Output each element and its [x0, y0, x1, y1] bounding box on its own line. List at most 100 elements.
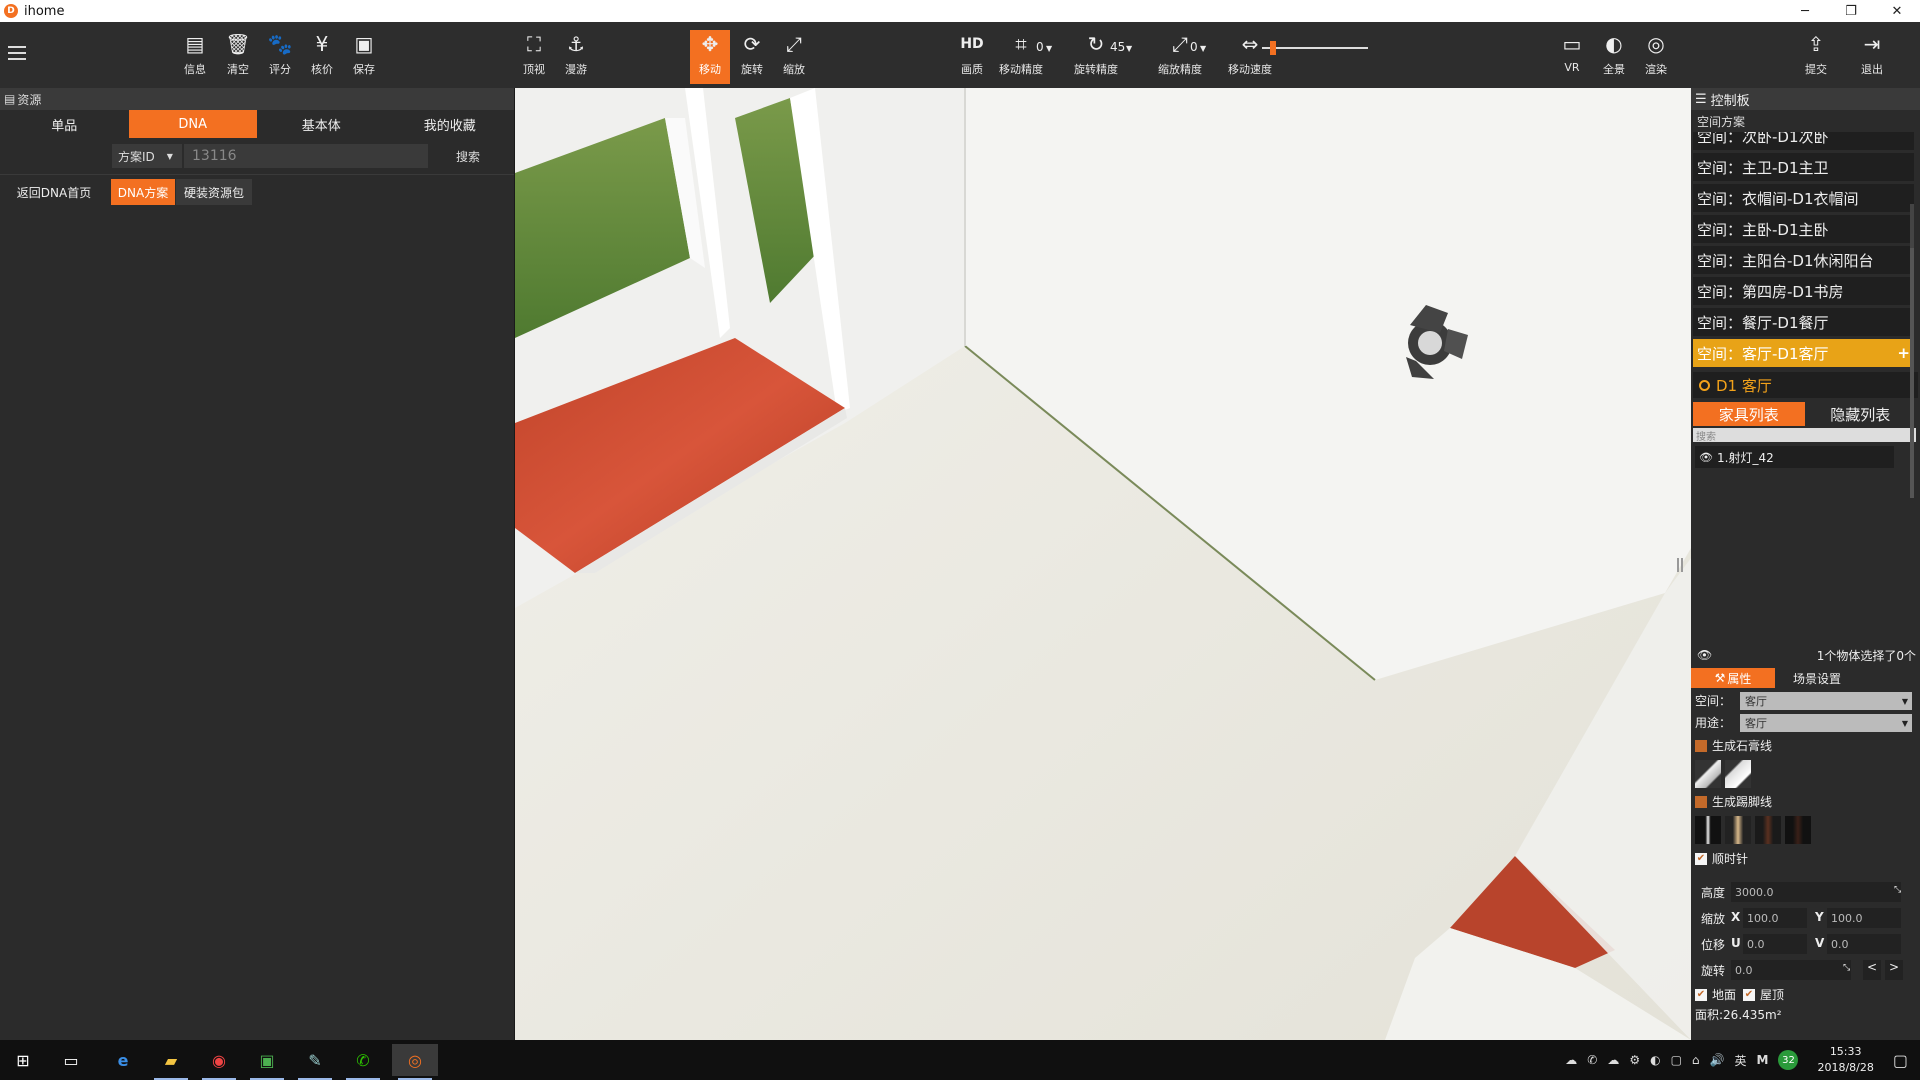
notification-icon[interactable]: ▢: [1893, 1051, 1908, 1070]
tray-app-icon[interactable]: ◐: [1650, 1053, 1660, 1067]
hardware-pack-button[interactable]: 硬装资源包: [176, 179, 252, 205]
exit-button[interactable]: ⇥ 退出: [1852, 30, 1892, 84]
offset-v-field[interactable]: 0.0: [1827, 934, 1901, 954]
dna-plan-button[interactable]: DNA方案: [111, 179, 175, 205]
pycharm-icon[interactable]: ▣: [244, 1044, 290, 1080]
space-select[interactable]: 客厅 ▼: [1740, 692, 1912, 710]
info-button[interactable]: ▤ 信息: [175, 30, 215, 84]
chrome-icon[interactable]: ◉: [196, 1044, 242, 1080]
render-button[interactable]: ◎ 渲染: [1636, 30, 1676, 84]
scale-y-field[interactable]: 100.0: [1827, 908, 1901, 928]
offset-u-field[interactable]: 0.0: [1743, 934, 1807, 954]
quality-button[interactable]: HD 画质: [952, 30, 992, 84]
top-view-button[interactable]: ⛶ 顶视: [514, 30, 554, 84]
chevron-down-icon[interactable]: ▼: [1200, 44, 1206, 53]
tray-app-icon[interactable]: ▢: [1671, 1053, 1682, 1067]
room-item[interactable]: 空间：主卧-D1主卧: [1693, 215, 1914, 243]
skirting-style-swatch[interactable]: [1695, 816, 1721, 844]
wechat-tray-icon[interactable]: ✆: [1587, 1053, 1597, 1067]
move-precision-value[interactable]: 0: [1036, 40, 1044, 54]
room-item[interactable]: 空间：主卫-D1主卫: [1693, 153, 1914, 181]
3d-viewport[interactable]: [515, 88, 1691, 1040]
skirting-style-swatch[interactable]: [1785, 816, 1811, 844]
rotate-field[interactable]: 0.0: [1731, 960, 1851, 980]
gypsum-style-swatch[interactable]: [1725, 760, 1751, 788]
gypsum-style-swatch[interactable]: [1695, 760, 1721, 788]
paint-app-icon[interactable]: ✎: [292, 1044, 338, 1080]
rotate-precision-button[interactable]: ↻ 旋转精度: [1066, 30, 1126, 84]
gmail-icon[interactable]: M: [1757, 1053, 1769, 1067]
add-icon[interactable]: +: [1897, 344, 1910, 362]
search-type-select[interactable]: 方案ID ▼: [112, 144, 182, 168]
wechat-icon[interactable]: ✆: [340, 1044, 386, 1080]
price-button[interactable]: ¥ 核价: [302, 30, 342, 84]
task-view-icon[interactable]: ▭: [48, 1044, 94, 1076]
close-button[interactable]: ✕: [1874, 0, 1920, 22]
move-button[interactable]: ✥ 移动: [690, 30, 730, 84]
room-item[interactable]: 空间：第四房-D1书房: [1693, 277, 1914, 305]
room-item[interactable]: 空间：主阳台-D1休闲阳台: [1693, 246, 1914, 274]
usage-select[interactable]: 客厅 ▼: [1740, 714, 1912, 732]
tray-app-icon[interactable]: ⚙: [1629, 1053, 1640, 1067]
back-dna-home-button[interactable]: 返回DNA首页: [6, 179, 102, 205]
tab-furniture-list[interactable]: 家具列表: [1693, 402, 1805, 426]
room-item[interactable]: 空间：次卧-D1次卧: [1693, 132, 1914, 150]
clock[interactable]: 15:33 2018/8/28: [1817, 1044, 1873, 1076]
network-icon[interactable]: ⌂: [1692, 1053, 1700, 1067]
room-list-scrollbar-track[interactable]: [1910, 204, 1914, 248]
tab-scene-settings[interactable]: 场景设置: [1775, 668, 1859, 688]
rotate-precision-value[interactable]: 45: [1110, 40, 1125, 54]
room-item[interactable]: 空间：餐厅-D1餐厅: [1693, 308, 1914, 336]
tab-primitives[interactable]: 基本体: [257, 110, 386, 138]
windows-start-icon[interactable]: ⊞: [0, 1044, 46, 1076]
tray-badge[interactable]: 32: [1778, 1050, 1799, 1070]
edge-browser-icon[interactable]: e: [100, 1044, 146, 1076]
rate-button[interactable]: 🐾 评分: [260, 30, 300, 84]
restore-button[interactable]: ❐: [1828, 0, 1874, 22]
save-button[interactable]: ▣ 保存: [344, 30, 384, 84]
room-item[interactable]: 空间：衣帽间-D1衣帽间: [1693, 184, 1914, 212]
tray-app-icon[interactable]: ☁: [1607, 1053, 1619, 1067]
furniture-search-input[interactable]: 搜索: [1693, 428, 1916, 443]
vr-button[interactable]: ▭ VR: [1552, 30, 1592, 84]
tab-favorites[interactable]: 我的收藏: [385, 110, 514, 138]
move-speed-slider[interactable]: [1262, 47, 1368, 49]
height-field[interactable]: 3000.0: [1731, 882, 1901, 902]
next-button[interactable]: >: [1885, 960, 1903, 980]
rotate-button[interactable]: ⟳ 旋转: [732, 30, 772, 84]
scale-button[interactable]: ⤢ 缩放: [774, 30, 814, 84]
search-button[interactable]: 搜索: [428, 144, 508, 168]
tab-dna[interactable]: DNA: [128, 110, 257, 138]
ime-lang-label[interactable]: 英: [1735, 1052, 1747, 1069]
move-speed-slider-thumb[interactable]: [1269, 41, 1276, 55]
roam-button[interactable]: ⚓ 漫游: [556, 30, 596, 84]
ceiling-checkbox[interactable]: ✔ 屋顶: [1743, 986, 1784, 1003]
move-precision-button[interactable]: ⌗ 移动精度: [994, 30, 1048, 84]
expand-icon[interactable]: ⤡: [1894, 885, 1901, 895]
hamburger-menu-icon[interactable]: [8, 46, 26, 60]
skirting-style-swatch[interactable]: [1725, 816, 1751, 844]
minimize-button[interactable]: ─: [1782, 0, 1828, 22]
ihome-app-icon[interactable]: ◎: [392, 1044, 438, 1080]
prev-button[interactable]: <: [1863, 960, 1881, 980]
gypsum-line-checkbox[interactable]: 生成石膏线: [1695, 737, 1772, 754]
floor-checkbox[interactable]: ✔ 地面: [1695, 986, 1736, 1003]
skirting-line-checkbox[interactable]: 生成踢脚线: [1695, 793, 1772, 810]
furniture-list-item[interactable]: 👁 1.射灯_42: [1695, 446, 1894, 468]
tab-hidden-list[interactable]: 隐藏列表: [1805, 402, 1917, 426]
skirting-style-swatch[interactable]: [1755, 816, 1781, 844]
tray-app-icon[interactable]: ☁: [1565, 1053, 1577, 1067]
tab-properties[interactable]: ⚒ 属性: [1691, 668, 1775, 688]
scale-precision-button[interactable]: ⤢ 缩放精度: [1150, 30, 1210, 84]
eye-icon[interactable]: 👁: [1695, 451, 1717, 464]
search-input[interactable]: 13116: [184, 144, 428, 168]
file-explorer-icon[interactable]: ▰: [148, 1044, 194, 1080]
expand-icon[interactable]: ⤡: [1843, 963, 1850, 973]
chevron-down-icon[interactable]: ▼: [1046, 44, 1052, 53]
room-list-scrollbar[interactable]: [1910, 248, 1914, 498]
scale-x-field[interactable]: 100.0: [1743, 908, 1807, 928]
volume-icon[interactable]: 🔊: [1710, 1053, 1725, 1067]
room-item-active[interactable]: 空间：客厅-D1客厅 +: [1693, 339, 1914, 367]
panorama-button[interactable]: ◐ 全景: [1594, 30, 1634, 84]
clockwise-checkbox[interactable]: ✔ 顺时针: [1695, 850, 1748, 867]
